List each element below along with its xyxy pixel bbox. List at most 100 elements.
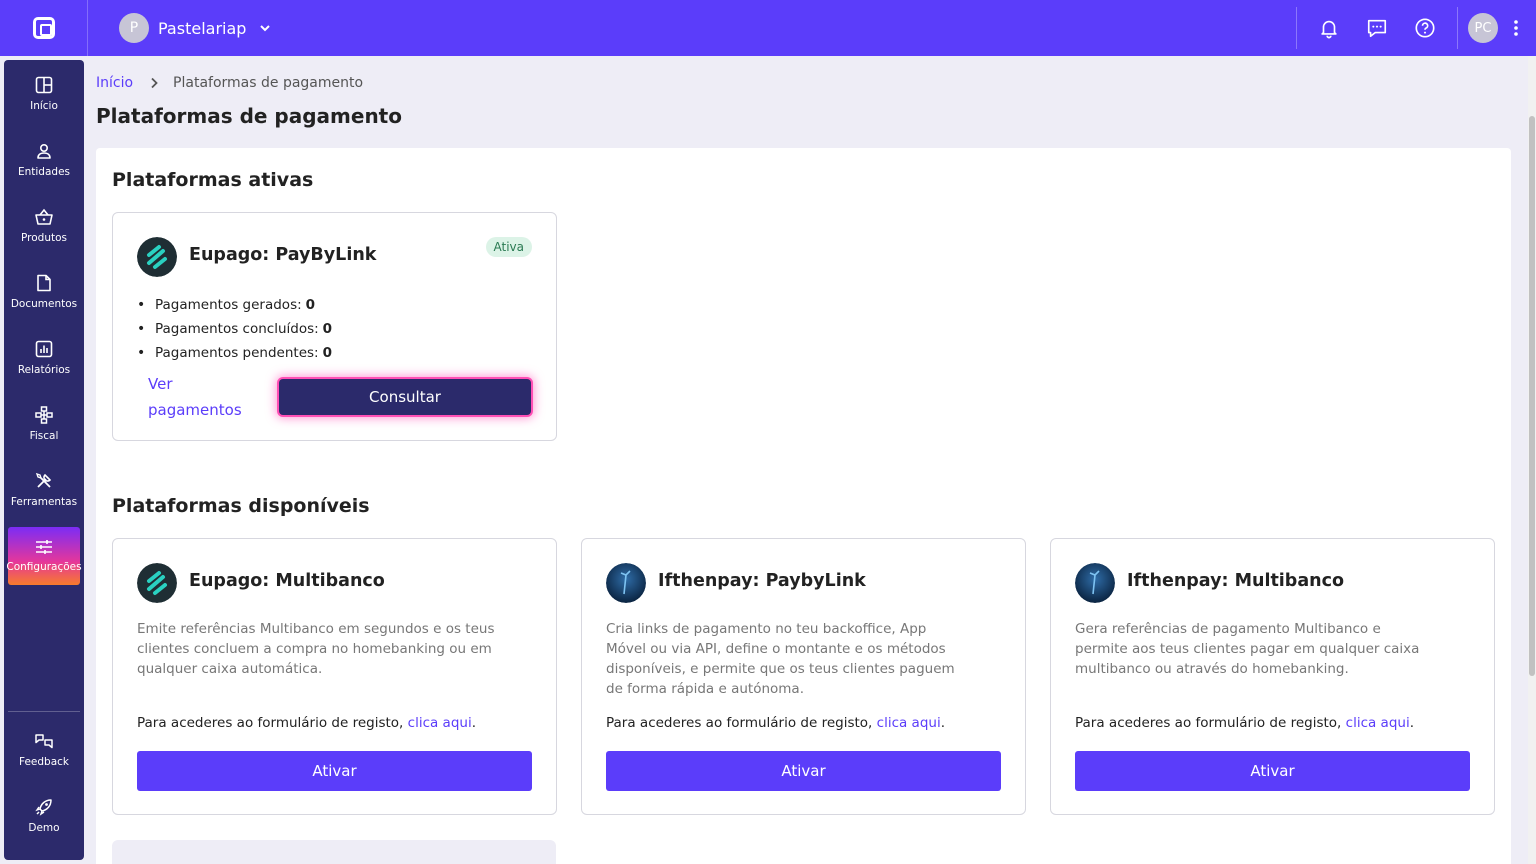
sidebar-item-label: Ferramentas — [10, 496, 78, 508]
report-icon — [35, 340, 53, 358]
ifthenpay-logo — [1075, 563, 1115, 603]
company-name: Pastelariap — [158, 18, 247, 38]
breadcrumb-home-link[interactable]: Início — [96, 75, 133, 91]
hierarchy-icon — [35, 406, 53, 424]
stat-value: 0 — [305, 297, 316, 313]
sidebar-item-fiscal[interactable]: Fiscal — [8, 395, 80, 453]
help-icon — [1415, 18, 1435, 38]
scrollbar[interactable] — [1528, 56, 1536, 864]
breadcrumb: Início Plataformas de pagamento — [96, 75, 363, 91]
user-icon — [37, 143, 51, 159]
sidebar-item-demo[interactable]: Demo — [8, 787, 80, 845]
register-link[interactable]: clica aqui — [877, 715, 941, 731]
top-bar: P Pastelariap PC — [0, 0, 1536, 56]
divider — [1296, 7, 1297, 49]
sidebar-item-label: Início — [30, 100, 58, 112]
card-description: Cria links de pagamento no teu backoffic… — [606, 621, 955, 697]
sidebar-item-ferramentas[interactable]: Ferramentas — [8, 461, 80, 519]
chevron-right-icon — [149, 77, 159, 89]
sidebar-item-label: Configurações — [6, 561, 82, 573]
card-title: Ifthenpay: Multibanco — [1127, 571, 1344, 591]
register-suffix: . — [940, 715, 945, 731]
notifications-button[interactable] — [1305, 4, 1353, 52]
active-platforms-title: Plataformas ativas — [112, 169, 314, 191]
register-suffix: . — [1409, 715, 1414, 731]
document-icon — [37, 274, 51, 292]
available-platforms-title: Plataformas disponíveis — [112, 495, 370, 517]
feedback-icon — [35, 734, 53, 749]
register-prefix: Para acederes ao formulário de registo, — [1075, 715, 1346, 731]
register-link[interactable]: clica aqui — [1346, 715, 1410, 731]
sidebar-item-produtos[interactable]: Produtos — [8, 197, 80, 255]
logo-icon — [32, 17, 55, 39]
chevron-down-icon — [258, 21, 272, 35]
register-prefix: Para acederes ao formulário de registo, — [137, 715, 408, 731]
sliders-icon — [36, 540, 52, 554]
sidebar-item-label: Demo — [28, 822, 60, 834]
content-panel: Plataformas ativas Eupago: PayByLink Ati… — [96, 148, 1511, 864]
chat-icon — [1367, 19, 1387, 38]
kebab-icon — [1514, 20, 1518, 36]
active-platform-card: Eupago: PayByLink Ativa • Pagamentos gera… — [112, 212, 557, 441]
platform-card-partial — [112, 840, 556, 864]
messages-button[interactable] — [1353, 4, 1401, 52]
sidebar-item-label: Relatórios — [17, 364, 71, 376]
stat-value: 0 — [322, 345, 332, 361]
scrollbar-thumb[interactable] — [1529, 116, 1535, 676]
payment-stats: • Pagamentos gerados: 0 • Pagamentos conclu… — [137, 293, 332, 365]
register-text: Para acederes ao formulário de registo, … — [1075, 715, 1414, 731]
consult-button[interactable]: Consultar — [279, 379, 531, 415]
sidebar: Início Entidades Produtos Documentos Rel… — [4, 60, 84, 860]
card-title: Ifthenpay: PaybyLink — [658, 571, 866, 591]
eupago-logo — [137, 237, 177, 277]
platform-card-ifthenpay-multibanco: Ifthenpay: Multibanco Gera referências d… — [1050, 538, 1495, 815]
divider — [1457, 7, 1458, 49]
activate-button[interactable]: Ativar — [137, 751, 532, 791]
status-badge: Ativa — [485, 237, 532, 257]
user-avatar[interactable]: PC — [1468, 13, 1498, 43]
sidebar-item-entidades[interactable]: Entidades — [8, 131, 80, 189]
list-item: • Pagamentos gerados: 0 — [137, 293, 332, 317]
company-avatar: P — [119, 13, 149, 43]
card-title: Eupago: PayByLink — [189, 245, 377, 265]
breadcrumb-current: Plataformas de pagamento — [173, 75, 364, 91]
app-logo[interactable] — [0, 0, 88, 56]
page-title: Plataformas de pagamento — [96, 104, 402, 128]
sidebar-item-configuracoes[interactable]: Configurações — [6, 527, 82, 585]
sidebar-item-label: Feedback — [18, 756, 69, 768]
bell-icon — [1321, 20, 1337, 39]
tools-icon — [35, 472, 52, 488]
activate-button[interactable]: Ativar — [606, 751, 1001, 791]
stat-label: Pagamentos pendentes: — [155, 345, 319, 361]
rocket-icon — [35, 799, 52, 816]
activate-button[interactable]: Ativar — [1075, 751, 1470, 791]
sidebar-item-label: Produtos — [21, 232, 67, 244]
register-link[interactable]: clica aqui — [408, 715, 472, 731]
card-title: Eupago: Multibanco — [189, 571, 385, 591]
sidebar-item-relatorios[interactable]: Relatórios — [8, 329, 80, 387]
help-button[interactable] — [1401, 4, 1449, 52]
sidebar-item-label: Fiscal — [29, 430, 59, 442]
sidebar-item-documentos[interactable]: Documentos — [8, 263, 80, 321]
stat-label: Pagamentos gerados: — [155, 297, 302, 313]
sidebar-item-inicio[interactable]: Início — [8, 65, 80, 123]
list-item: • Pagamentos pendentes: 0 — [137, 341, 332, 365]
card-description: Gera referências de pagamento Multibanco… — [1075, 621, 1420, 677]
sidebar-item-label: Entidades — [17, 166, 71, 178]
register-text: Para acederes ao formulário de registo, … — [137, 715, 476, 731]
stat-label: Pagamentos concluídos: — [155, 321, 319, 337]
register-prefix: Para acederes ao formulário de registo, — [606, 715, 877, 731]
stat-value: 0 — [322, 321, 333, 337]
company-selector[interactable]: P Pastelariap — [119, 13, 272, 43]
basket-icon — [35, 208, 53, 225]
register-suffix: . — [471, 715, 476, 731]
more-options-button[interactable] — [1504, 8, 1528, 48]
sidebar-item-feedback[interactable]: Feedback — [8, 721, 80, 779]
card-description: Emite referências Multibanco em segundos… — [137, 621, 495, 677]
grid-icon — [35, 76, 53, 94]
sidebar-divider — [8, 711, 80, 712]
view-payments-link[interactable]: Ver pagamentos — [148, 371, 258, 423]
platform-card-ifthenpay-paybylink: Ifthenpay: PaybyLink Cria links de pagam… — [581, 538, 1026, 815]
register-text: Para acederes ao formulário de registo, … — [606, 715, 945, 731]
ifthenpay-logo — [606, 563, 646, 603]
